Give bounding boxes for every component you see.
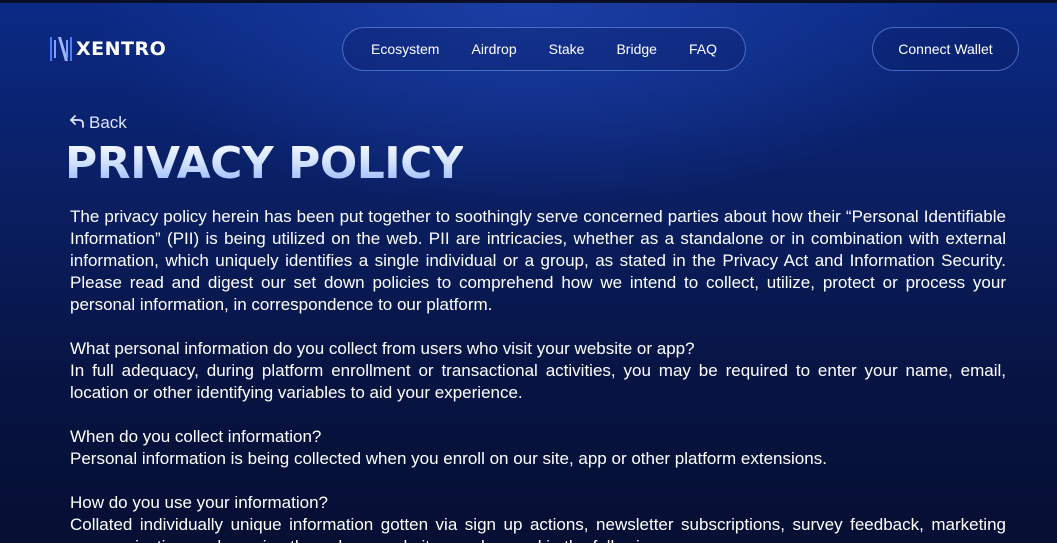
section-answer: In full adequacy, during platform enroll… [70,361,1006,402]
section-question: When do you collect information? [70,427,322,446]
back-label: Back [89,113,127,132]
logo-mark-icon [50,36,72,62]
nav-ecosystem[interactable]: Ecosystem [371,41,439,57]
main-nav: Ecosystem Airdrop Stake Bridge FAQ [342,27,746,71]
section-answer: Personal information is being collected … [70,449,827,468]
page-title: PRIVACY POLICY [65,138,464,189]
policy-content: The privacy policy herein has been put t… [70,206,1006,543]
section-answer: Collated individually unique information… [70,515,1006,543]
nav-stake[interactable]: Stake [549,41,585,57]
logo[interactable]: XENTRO [50,36,166,62]
back-arrow-icon [69,113,85,133]
intro-paragraph: The privacy policy herein has been put t… [70,207,1006,314]
nav-faq[interactable]: FAQ [689,41,717,57]
nav-airdrop[interactable]: Airdrop [471,41,516,57]
site-header: XENTRO Ecosystem Airdrop Stake Bridge FA… [0,26,1057,72]
section-question: How do you use your information? [70,493,328,512]
connect-wallet-button[interactable]: Connect Wallet [872,27,1019,71]
section-question: What personal information do you collect… [70,339,695,358]
nav-bridge[interactable]: Bridge [616,41,656,57]
back-link[interactable]: Back [69,113,127,133]
top-border [0,0,1057,3]
logo-text: XENTRO [76,38,167,60]
